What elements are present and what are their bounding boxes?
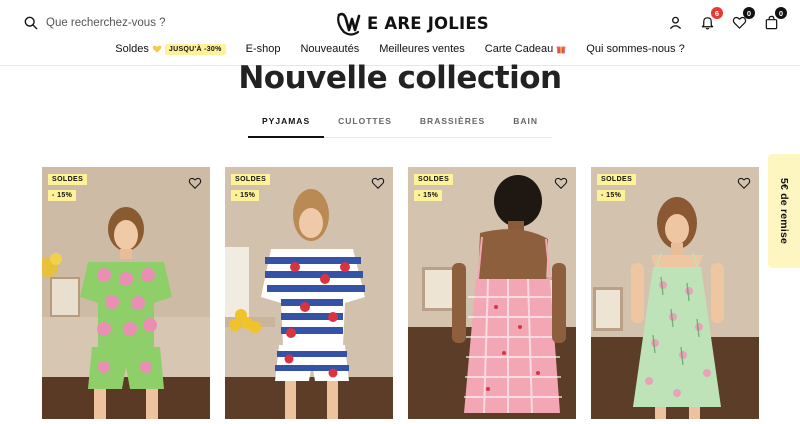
nav-eshop-label: E-shop bbox=[245, 43, 281, 55]
discount-badge: - 15% bbox=[231, 190, 260, 201]
main-nav: Soldes JUSQU'À -30% E-shop Nouveautés Me… bbox=[0, 43, 800, 55]
nav-qui-label: Qui sommes-nous ? bbox=[586, 43, 685, 55]
cart-badge: 0 bbox=[775, 7, 787, 19]
product-card[interactable]: SOLDES - 15% bbox=[408, 167, 576, 419]
product-card[interactable]: SOLDES - 15% bbox=[591, 167, 759, 419]
product-card[interactable]: SOLDES - 15% bbox=[225, 167, 393, 419]
category-tabs: PYJAMAS CULOTTES BRASSIÈRES BAIN bbox=[0, 112, 800, 138]
section-title: Nouvelle collection bbox=[238, 60, 562, 96]
soldes-badge: SOLDES bbox=[597, 174, 637, 185]
nav-item-carte-cadeau[interactable]: Carte Cadeau bbox=[485, 43, 567, 55]
product-image bbox=[42, 167, 210, 419]
soldes-badge: SOLDES bbox=[414, 174, 454, 185]
tab-bain[interactable]: BAIN bbox=[499, 112, 552, 137]
wishlist-heart-icon[interactable] bbox=[371, 176, 385, 190]
discount-badge: - 15% bbox=[597, 190, 626, 201]
logo-heart-w-icon bbox=[337, 12, 361, 36]
soldes-promo-pill: JUSQU'À -30% bbox=[164, 43, 226, 55]
product-image bbox=[225, 167, 393, 419]
nav-item-meilleures-ventes[interactable]: Meilleures ventes bbox=[379, 43, 465, 55]
header-icons: 6 0 0 bbox=[666, 7, 787, 31]
product-card[interactable]: SOLDES - 15% bbox=[42, 167, 210, 419]
user-icon bbox=[669, 16, 681, 29]
soldes-badge: SOLDES bbox=[48, 174, 88, 185]
notifications-button[interactable]: 6 bbox=[698, 7, 723, 31]
nav-item-qui-sommes-nous[interactable]: Qui sommes-nous ? bbox=[586, 43, 684, 55]
nav-meilleures-label: Meilleures ventes bbox=[379, 43, 465, 55]
tab-pyjamas[interactable]: PYJAMAS bbox=[248, 112, 325, 138]
gift-icon bbox=[556, 46, 566, 54]
soldes-badge: SOLDES bbox=[231, 174, 271, 185]
product-grid: SOLDES - 15% SOLDES - 15% SOLDES - 15% S… bbox=[42, 167, 759, 419]
notifications-badge: 6 bbox=[711, 7, 723, 19]
wishlist-button[interactable]: 0 bbox=[730, 7, 755, 31]
discount-side-tab[interactable]: 5€ de remise bbox=[768, 154, 800, 268]
search-input[interactable] bbox=[46, 17, 206, 29]
product-image bbox=[591, 167, 759, 419]
nav-item-soldes[interactable]: Soldes JUSQU'À -30% bbox=[115, 43, 226, 55]
nav-item-eshop[interactable]: E-shop bbox=[246, 43, 281, 55]
brand-name: E ARE JOLIES bbox=[367, 13, 489, 33]
wishlist-heart-icon[interactable] bbox=[188, 176, 202, 190]
product-image bbox=[408, 167, 576, 419]
discount-badge: - 15% bbox=[48, 190, 77, 201]
nav-soldes-label: Soldes bbox=[115, 43, 149, 55]
wishlist-heart-icon[interactable] bbox=[737, 176, 751, 190]
site-header: E ARE JOLIES 6 0 0 Soldes JUSQU'À -30% E… bbox=[0, 0, 800, 66]
yellow-heart-icon bbox=[152, 45, 162, 53]
wishlist-badge: 0 bbox=[743, 7, 755, 19]
discount-side-tab-label: 5€ de remise bbox=[778, 177, 790, 245]
nav-nouveautes-label: Nouveautés bbox=[300, 43, 360, 55]
nav-carte-label: Carte Cadeau bbox=[484, 43, 554, 55]
discount-badge: - 15% bbox=[414, 190, 443, 201]
cart-button[interactable]: 0 bbox=[762, 7, 787, 31]
tab-brassieres[interactable]: BRASSIÈRES bbox=[406, 112, 499, 137]
tab-culottes[interactable]: CULOTTES bbox=[324, 112, 406, 137]
search-icon bbox=[24, 16, 38, 30]
nav-item-nouveautes[interactable]: Nouveautés bbox=[300, 43, 359, 55]
brand-logo[interactable]: E ARE JOLIES bbox=[336, 10, 489, 36]
wishlist-heart-icon[interactable] bbox=[554, 176, 568, 190]
account-button[interactable] bbox=[666, 13, 684, 31]
search-bar[interactable] bbox=[24, 14, 206, 32]
